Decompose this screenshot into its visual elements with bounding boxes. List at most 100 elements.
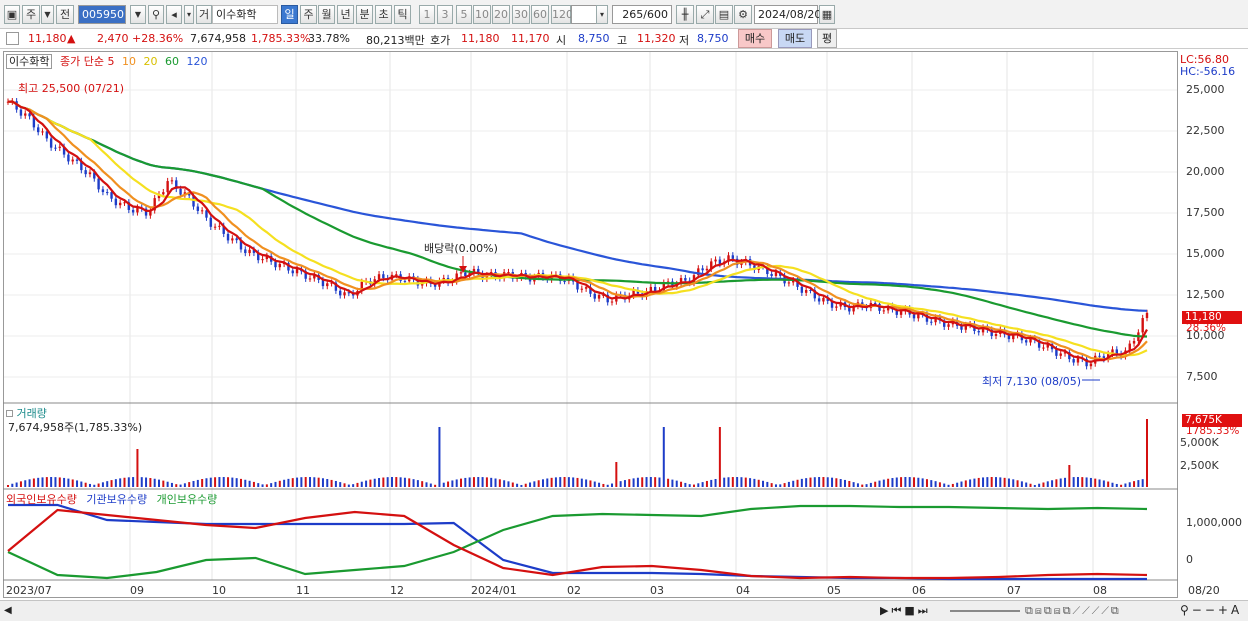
volume-bar — [442, 482, 445, 487]
volume-bar — [101, 482, 104, 487]
ma60-label: 60 — [164, 55, 179, 68]
volume-bar — [373, 478, 376, 487]
holdings-ytick: 0 — [1186, 553, 1193, 566]
x-axis-label: 12 — [390, 584, 404, 597]
price-ytick: 20,000 — [1186, 165, 1225, 178]
volume-bar — [900, 477, 903, 487]
scroll-bar[interactable]: ◀ ▶⏮■⏭ ⧉⧈⧉⧈⧉⟋⟋⟋⟋⧉ ⚲−−+A — [0, 600, 1248, 621]
candle-body — [800, 286, 804, 293]
volume-bar — [84, 482, 87, 487]
volume-bar — [498, 479, 501, 487]
candle-body — [205, 210, 208, 218]
candle-body — [947, 324, 950, 327]
volume-bar — [291, 478, 294, 487]
volume-bar — [218, 477, 221, 487]
volume-bar — [1120, 484, 1123, 487]
volume-bar — [227, 477, 230, 487]
candle-body — [67, 154, 70, 162]
volume-bar — [201, 479, 204, 487]
volume-bar — [252, 481, 255, 487]
volume-bar — [874, 481, 877, 487]
volume-bar — [1076, 477, 1079, 487]
volume-bar — [1020, 481, 1023, 487]
volume-bar — [438, 427, 441, 487]
volume-bar — [477, 477, 480, 487]
volume-bar — [15, 482, 18, 487]
volume-bar — [697, 483, 700, 487]
candle-body — [231, 238, 234, 241]
volume-bar — [826, 477, 829, 487]
candle-body — [88, 172, 92, 175]
volume-bar — [188, 482, 191, 487]
candle-body — [162, 192, 165, 195]
x-axis-label: 07 — [1007, 584, 1021, 597]
volume-bar — [326, 479, 329, 487]
volume-bar — [887, 478, 890, 487]
volume-bar — [718, 427, 721, 487]
volume-bar — [938, 482, 941, 487]
candle-body — [101, 189, 105, 193]
scroll-left-icon[interactable]: ◀ — [4, 605, 12, 616]
volume-bar — [76, 480, 79, 487]
volume-bar — [1081, 477, 1084, 487]
volume-bar — [813, 477, 816, 487]
volume-bar — [378, 478, 381, 487]
volume-bar — [982, 477, 985, 487]
volume-bar — [429, 483, 432, 487]
volume-bar — [960, 481, 963, 487]
volume-bar — [334, 480, 337, 487]
volume-bar — [503, 480, 506, 487]
volume-bar — [257, 483, 260, 487]
volume-bar — [576, 477, 579, 487]
volume-bar — [1141, 479, 1144, 487]
chart-svg[interactable] — [0, 0, 1248, 621]
candle-body — [24, 113, 27, 116]
volume-bar — [1012, 479, 1015, 487]
zoom-slider[interactable] — [950, 610, 1020, 612]
candle-body — [244, 249, 247, 254]
volume-bar — [239, 478, 242, 487]
volume-bar — [317, 477, 320, 487]
volume-bar — [533, 481, 536, 487]
volume-bar — [136, 449, 139, 487]
high-note: 최고 25,500 (07/21) — [18, 82, 125, 95]
volume-bar — [24, 480, 27, 487]
candle-body — [110, 192, 113, 199]
volume-bar — [1089, 477, 1092, 487]
volume-bar — [222, 477, 225, 487]
volume-bar — [688, 484, 691, 487]
volume-bar — [468, 477, 471, 487]
volume-bar — [783, 483, 786, 487]
volume-bar — [731, 477, 734, 487]
playback-controls[interactable]: ▶⏮■⏭ — [880, 604, 931, 618]
volume-bar — [110, 480, 113, 487]
x-axis-label: 09 — [130, 584, 144, 597]
zoom-controls[interactable]: ⚲−−+A — [1180, 603, 1242, 617]
tool-icons[interactable]: ⧉⧈⧉⧈⧉⟋⟋⟋⟋⧉ — [1025, 604, 1121, 618]
panel-title[interactable]: 이수화학 — [6, 54, 53, 69]
volume-bar — [809, 477, 812, 487]
candle-body — [977, 331, 980, 333]
volume-bar — [632, 478, 635, 487]
volume-bar — [97, 483, 100, 487]
candle-body — [464, 272, 467, 277]
candle-body — [58, 146, 61, 148]
volume-bar — [692, 484, 695, 487]
candle-body — [1072, 359, 1075, 363]
candle-body — [339, 290, 342, 296]
volume-bar — [667, 478, 670, 487]
volume-bar — [969, 479, 972, 487]
volume-bar — [1115, 483, 1118, 487]
candle-body — [308, 278, 312, 280]
volume-bar — [757, 479, 760, 487]
candle-body — [1098, 355, 1101, 357]
volume-bar — [511, 482, 514, 487]
volume-bar — [145, 477, 148, 487]
volume-bar — [170, 482, 173, 487]
volume-bar — [792, 480, 795, 487]
volume-bar — [714, 479, 717, 487]
volume-bar — [567, 477, 570, 487]
volume-bar — [63, 477, 66, 487]
candle-body — [377, 274, 381, 280]
candle-body — [403, 280, 407, 282]
